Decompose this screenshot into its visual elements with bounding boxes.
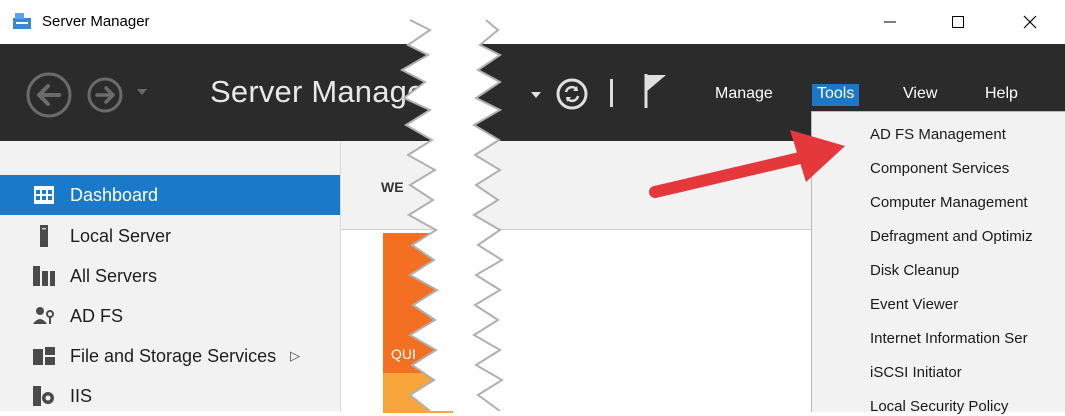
annotation-arrow xyxy=(649,130,845,198)
